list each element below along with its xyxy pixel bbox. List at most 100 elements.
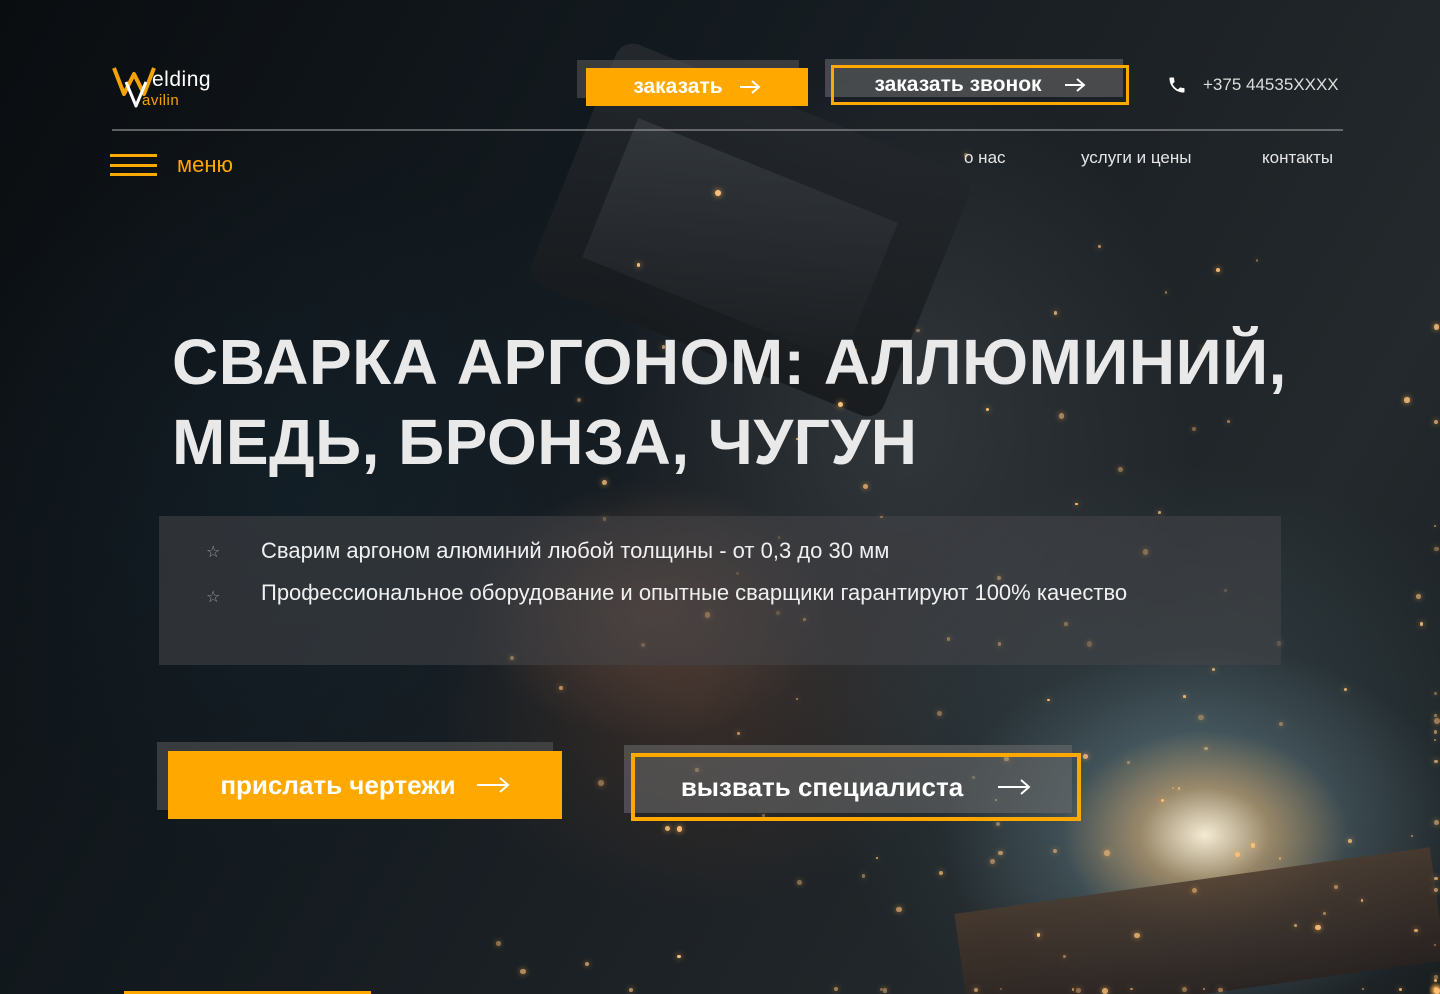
spark bbox=[1203, 746, 1208, 751]
call-specialist-label: вызвать специалиста bbox=[680, 771, 964, 802]
phone-number: +375 44535XXXX bbox=[1203, 75, 1339, 94]
star-icon: ☆ bbox=[206, 544, 221, 561]
logo-word-bottom: avilin bbox=[142, 92, 180, 109]
arrow-right-icon bbox=[739, 80, 761, 94]
spark bbox=[1076, 988, 1081, 993]
spark bbox=[1177, 787, 1181, 790]
arrow-right-icon bbox=[998, 779, 1031, 795]
spark bbox=[1434, 979, 1438, 983]
spark bbox=[896, 906, 902, 912]
spark bbox=[1434, 717, 1440, 724]
star-icon: ☆ bbox=[206, 589, 221, 606]
spark bbox=[676, 826, 682, 832]
spark bbox=[1126, 760, 1131, 765]
spark bbox=[833, 986, 839, 992]
spark bbox=[1218, 988, 1223, 993]
phone-link[interactable]: +375 44535XXXX bbox=[1167, 74, 1339, 96]
spark bbox=[1047, 698, 1050, 702]
spark bbox=[1097, 245, 1101, 249]
spark bbox=[937, 710, 943, 716]
nav-item-about[interactable]: о нас bbox=[964, 148, 1006, 168]
spark bbox=[1053, 848, 1058, 853]
header-divider bbox=[112, 129, 1343, 131]
logo-word-top: elding bbox=[152, 68, 212, 91]
features-panel: ☆ Сварим аргоном алюминий любой толщины … bbox=[159, 516, 1281, 665]
spark bbox=[636, 263, 641, 267]
spark bbox=[597, 779, 604, 786]
logo[interactable]: elding avilin bbox=[112, 64, 242, 110]
spark bbox=[1083, 754, 1088, 760]
spark bbox=[1347, 838, 1353, 844]
spark bbox=[1333, 884, 1338, 889]
spark bbox=[1434, 546, 1439, 552]
phone-icon bbox=[1169, 77, 1185, 93]
order-button-label: заказать bbox=[633, 75, 723, 98]
spark bbox=[1062, 955, 1066, 959]
hero-title-line2: МЕДЬ, БРОНЗА, ЧУГУН bbox=[172, 406, 918, 478]
spark bbox=[1212, 667, 1216, 672]
spark bbox=[1360, 899, 1364, 902]
nav-item-contacts[interactable]: контакты bbox=[1262, 148, 1333, 168]
arrow-right-icon bbox=[476, 777, 510, 793]
hamburger-icon bbox=[110, 154, 157, 176]
spark bbox=[495, 941, 501, 947]
request-call-button[interactable]: заказать звонок bbox=[831, 65, 1129, 105]
send-drawings-button[interactable]: прислать чертежи bbox=[168, 751, 562, 819]
spark bbox=[1104, 850, 1110, 856]
spark bbox=[1404, 397, 1410, 403]
spark bbox=[1158, 511, 1162, 515]
spark bbox=[1102, 988, 1108, 994]
spark bbox=[1343, 687, 1348, 691]
spark bbox=[862, 483, 869, 490]
spark bbox=[665, 826, 671, 832]
spark bbox=[1419, 622, 1424, 626]
spark bbox=[1434, 419, 1439, 424]
spark bbox=[1075, 502, 1078, 506]
menu-toggle[interactable]: меню bbox=[110, 150, 233, 180]
spark bbox=[1434, 759, 1438, 764]
hero-title: СВАРКА АРГОНОМ: АЛЛЮМИНИЙ, МЕДЬ, БРОНЗА,… bbox=[172, 322, 1322, 482]
spark bbox=[995, 821, 1001, 827]
spark bbox=[1183, 695, 1187, 698]
spark bbox=[938, 870, 943, 876]
spark bbox=[1434, 738, 1437, 741]
spark bbox=[1216, 268, 1221, 273]
spark bbox=[1198, 714, 1205, 721]
spark bbox=[876, 856, 879, 859]
spark bbox=[737, 732, 740, 735]
spark bbox=[1235, 852, 1241, 858]
spark bbox=[1434, 730, 1438, 734]
spark bbox=[861, 874, 866, 878]
spark bbox=[1434, 820, 1439, 825]
spark bbox=[1410, 834, 1414, 838]
spark bbox=[1172, 786, 1175, 789]
spark bbox=[677, 954, 681, 959]
spark bbox=[1434, 975, 1438, 979]
feature-item: Сварим аргоном алюминий любой толщины - … bbox=[261, 538, 890, 563]
spark bbox=[1134, 932, 1140, 939]
spark bbox=[989, 858, 995, 864]
menu-label: меню bbox=[177, 152, 234, 177]
spark bbox=[1434, 876, 1438, 881]
spark bbox=[520, 968, 526, 975]
order-button[interactable]: заказать bbox=[586, 68, 808, 106]
spark bbox=[1398, 988, 1402, 991]
spark bbox=[1279, 722, 1284, 727]
spark bbox=[1434, 888, 1438, 893]
spark bbox=[1161, 799, 1164, 803]
call-specialist-button[interactable]: вызвать специалиста bbox=[631, 753, 1081, 821]
spark bbox=[1434, 524, 1437, 527]
spark bbox=[1434, 692, 1437, 696]
spark bbox=[1434, 324, 1440, 330]
spark bbox=[1434, 988, 1440, 994]
spark bbox=[558, 685, 563, 690]
spark bbox=[1250, 843, 1255, 848]
spark bbox=[797, 879, 803, 885]
hero-title-rest: АЛЛЮМИНИЙ, bbox=[805, 326, 1287, 398]
spark bbox=[998, 850, 1003, 856]
spark bbox=[1255, 259, 1259, 262]
send-drawings-label: прислать чертежи bbox=[220, 769, 456, 800]
nav-item-services-prices[interactable]: услуги и цены bbox=[1081, 148, 1191, 168]
spark bbox=[1164, 291, 1168, 294]
feature-item: Профессиональное оборудование и опытные … bbox=[261, 580, 1128, 605]
